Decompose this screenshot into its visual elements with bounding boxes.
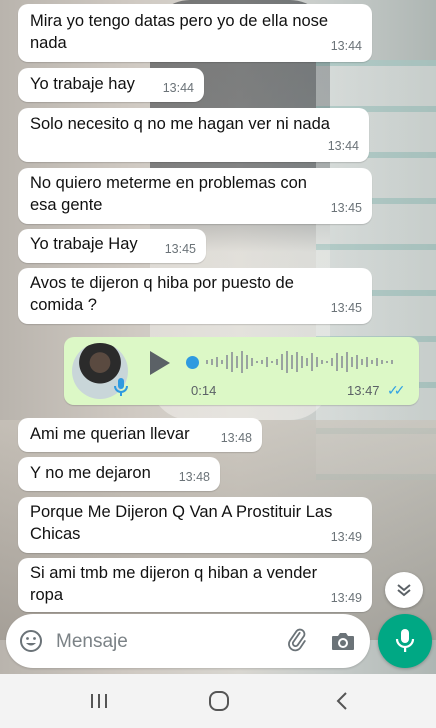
message-time: 13:49 — [330, 591, 362, 605]
message-bubble[interactable]: No quiero meterme en problemas con esa g… — [18, 168, 372, 224]
voice-message-bubble[interactable]: 0:14 13:47 ✓✓ — [64, 337, 419, 405]
voice-record-button[interactable] — [378, 614, 432, 668]
mic-icon — [395, 629, 415, 652]
message-text: Yo trabaje Hay — [30, 235, 138, 253]
message-bubble[interactable]: Y no me dejaron 13:48 — [18, 457, 220, 491]
double-check-icon: ✓✓ — [387, 382, 406, 398]
home-icon[interactable] — [204, 688, 234, 714]
back-icon[interactable] — [328, 688, 358, 714]
message-text: No quiero meterme en problemas con esa g… — [30, 174, 307, 214]
message-time: 13:47 — [347, 383, 380, 398]
message-text: Avos te dijeron q hiba por puesto de com… — [30, 274, 294, 314]
message-bubble[interactable]: Solo necesito q no me hagan ver ni nada … — [18, 108, 369, 162]
message-time: 13:48 — [220, 431, 252, 445]
message-time: 13:44 — [327, 139, 359, 153]
message-bubble[interactable]: Yo trabaje Hay 13:45 — [18, 229, 206, 263]
message-time: 13:44 — [330, 39, 362, 53]
message-bubble[interactable]: Porque Me Dijeron Q Van A Prostituir Las… — [18, 497, 372, 553]
message-text: Solo necesito q no me hagan ver ni nada — [30, 115, 330, 133]
message-time: 13:45 — [164, 242, 196, 256]
waveform — [206, 351, 393, 373]
paperclip-icon[interactable] — [284, 628, 310, 654]
playback-scrubber[interactable] — [186, 356, 199, 369]
message-bubble[interactable]: Yo trabaje hay 13:44 — [18, 68, 204, 102]
message-text: Ami me querian llevar — [30, 425, 190, 443]
message-text: Mira yo tengo datas pero yo de ella nose… — [30, 12, 329, 52]
message-bubble[interactable]: Avos te dijeron q hiba por puesto de com… — [18, 268, 372, 324]
chevron-double-down-icon — [397, 584, 411, 597]
message-bubble[interactable]: Ami me querian llevar 13:48 — [18, 418, 262, 452]
camera-icon[interactable] — [330, 629, 356, 653]
message-time: 13:49 — [330, 530, 362, 544]
message-time: 13:45 — [330, 301, 362, 315]
message-bubble[interactable]: Mira yo tengo datas pero yo de ella nose… — [18, 4, 372, 62]
play-icon[interactable] — [150, 351, 170, 375]
message-time: 13:45 — [330, 201, 362, 215]
message-text: Porque Me Dijeron Q Van A Prostituir Las… — [30, 503, 333, 543]
emoji-icon[interactable] — [19, 629, 43, 653]
scroll-to-bottom-button[interactable] — [385, 572, 423, 608]
message-composer — [6, 614, 370, 668]
message-time: 13:48 — [178, 470, 210, 484]
mic-icon — [114, 378, 128, 396]
message-bubble[interactable]: Si ami tmb me dijeron q hiban a vender r… — [18, 558, 372, 612]
recent-apps-icon[interactable] — [84, 688, 114, 714]
message-text: Y no me dejaron — [30, 464, 151, 482]
message-text: Si ami tmb me dijeron q hiban a vender r… — [30, 564, 318, 604]
system-navigation-bar — [0, 674, 436, 728]
voice-duration: 0:14 — [191, 383, 217, 398]
message-input[interactable] — [54, 626, 278, 658]
message-time: 13:44 — [162, 81, 194, 95]
message-text: Yo trabaje hay — [30, 75, 135, 93]
